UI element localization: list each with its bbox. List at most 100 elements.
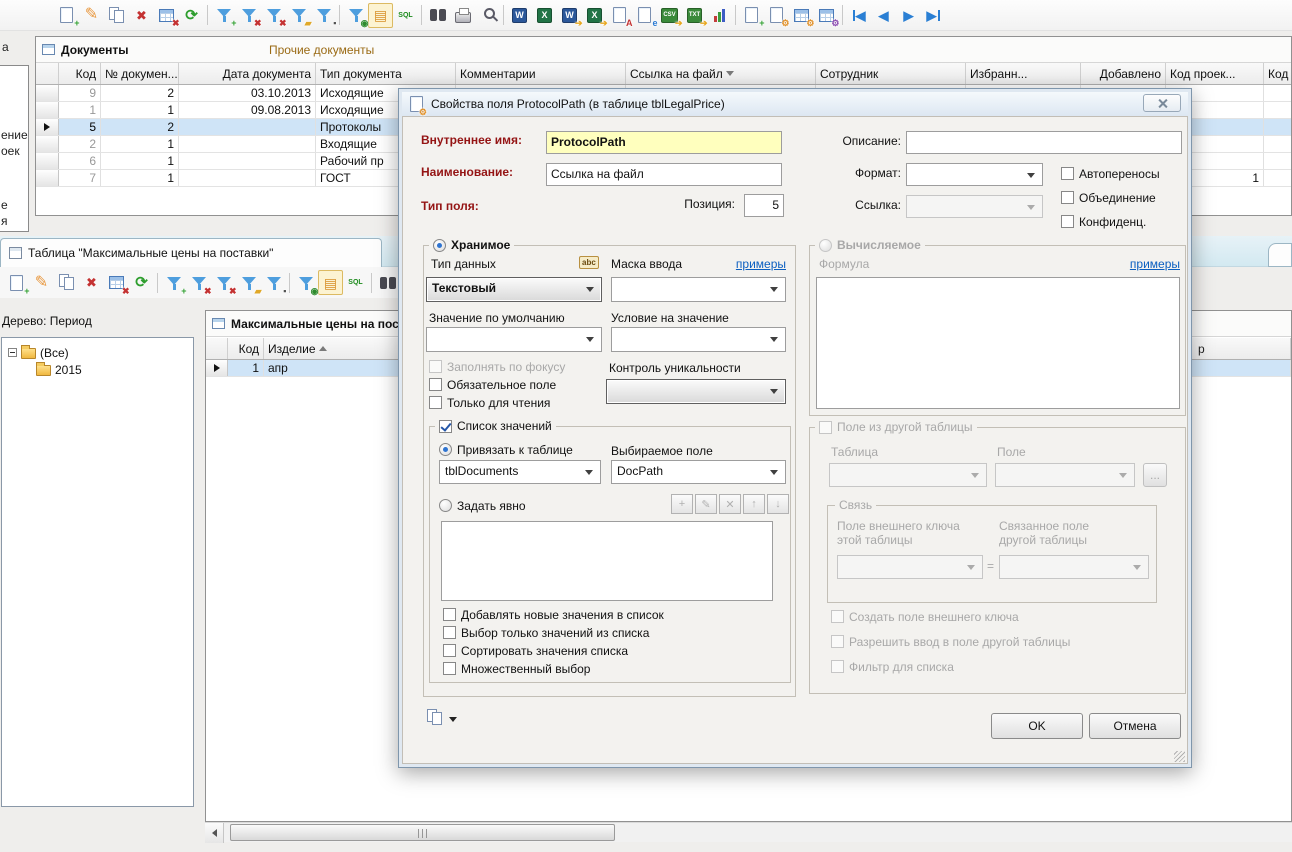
toolbar-button-send-word[interactable]: W➔: [557, 3, 582, 28]
toolbar-button-form-settings[interactable]: ⚙: [764, 3, 789, 28]
toolbar-button-filter-save[interactable]: ▪: [261, 270, 286, 295]
toolbar-button-filter-view[interactable]: ◉: [293, 270, 318, 295]
merge-checkbox[interactable]: [1061, 191, 1074, 204]
tree-node-(Все)[interactable]: (Все): [2, 344, 193, 361]
value-list-checkbox[interactable]: [439, 420, 452, 433]
mask-examples-link[interactable]: примеры: [729, 257, 786, 271]
required-option[interactable]: Обязательное поле: [429, 377, 556, 392]
sort-values-checkbox[interactable]: [443, 644, 456, 657]
condition-select[interactable]: [611, 327, 786, 352]
list-delete-button[interactable]: ✕: [719, 494, 741, 514]
tree-node-2015[interactable]: 2015: [2, 361, 193, 378]
multi-select-checkbox[interactable]: [443, 662, 456, 675]
horizontal-scrollbar[interactable]: [205, 822, 1292, 842]
autowrap-option[interactable]: Автопереносы: [1061, 166, 1160, 181]
tab-stub[interactable]: [1268, 243, 1292, 267]
toolbar-button-nav-prev[interactable]: ◀: [871, 3, 896, 28]
formula-examples-link[interactable]: примеры: [1112, 257, 1180, 271]
list-move-up-button[interactable]: ↑: [743, 494, 765, 514]
resize-grip[interactable]: [1174, 751, 1185, 762]
toolbar-button-add-record[interactable]: +: [54, 3, 79, 28]
toolbar-button-refresh[interactable]: ⟳: [129, 270, 154, 295]
toolbar-button-table-settings[interactable]: ⚙: [789, 3, 814, 28]
autowrap-checkbox[interactable]: [1061, 167, 1074, 180]
toolbar-button-export-word[interactable]: W: [507, 3, 532, 28]
toolbar-button-filter-save[interactable]: ▪: [311, 3, 336, 28]
copy-settings-button[interactable]: [427, 709, 457, 726]
ok-button[interactable]: OK: [991, 713, 1083, 739]
toolbar-button-print[interactable]: [450, 3, 475, 28]
stored-option[interactable]: Хранимое: [429, 238, 514, 252]
explicit-radio[interactable]: [439, 499, 452, 512]
position-input[interactable]: 5: [744, 194, 784, 217]
column-header-Код[interactable]: Код: [228, 338, 264, 359]
list-edit-button[interactable]: ✎: [695, 494, 717, 514]
toolbar-button-copy[interactable]: [54, 270, 79, 295]
bind-table-option[interactable]: Привязать к таблице: [439, 442, 573, 457]
toolbar-button-export-excel[interactable]: X: [532, 3, 557, 28]
formula-input[interactable]: [816, 277, 1180, 409]
tree-expander-icon[interactable]: [8, 348, 17, 357]
toolbar-button-sql-view[interactable]: SQL: [343, 270, 368, 295]
column-header-Ссылка на файл[interactable]: Ссылка на файл: [626, 63, 816, 84]
column-header-Сотрудник[interactable]: Сотрудник: [816, 63, 966, 84]
description-input[interactable]: [906, 131, 1182, 154]
toolbar-button-filter-open[interactable]: ▰: [286, 3, 311, 28]
internal-name-input[interactable]: ProtocolPath: [546, 131, 782, 154]
toolbar-button-nav-next[interactable]: ▶: [896, 3, 921, 28]
toolbar-button-filter-view[interactable]: ◉: [343, 3, 368, 28]
toolbar-button-send-excel[interactable]: X➔: [582, 3, 607, 28]
column-header-Избранн...[interactable]: Избранн...: [966, 63, 1081, 84]
column-header-Добавлено[interactable]: Добавлено: [1081, 63, 1166, 84]
sort-values-option[interactable]: Сортировать значения списка: [443, 643, 628, 658]
column-header-Код проек...[interactable]: Код проек...: [1166, 63, 1264, 84]
bind-table-radio[interactable]: [439, 443, 452, 456]
toolbar-button-export-pdf[interactable]: A: [607, 3, 632, 28]
list-move-down-button[interactable]: ↓: [767, 494, 789, 514]
column-header[interactable]: [206, 338, 228, 359]
only-list-option[interactable]: Выбор только значений из списка: [443, 625, 649, 640]
toolbar-button-delete[interactable]: ✖: [79, 270, 104, 295]
toolbar-button-delete-table[interactable]: ✖: [104, 270, 129, 295]
toolbar-button-filter-open[interactable]: ▰: [236, 270, 261, 295]
add-new-option[interactable]: Добавлять новые значения в список: [443, 607, 664, 622]
confidential-checkbox[interactable]: [1061, 215, 1074, 228]
merge-option[interactable]: Объединение: [1061, 190, 1156, 205]
column-header-№ докумен...[interactable]: № докумен...: [101, 63, 179, 84]
column-header-Код[interactable]: Код: [59, 63, 101, 84]
bind-table-select[interactable]: tblDocuments: [439, 460, 601, 484]
toolbar-button-nav-last[interactable]: ▶: [921, 3, 946, 28]
readonly-checkbox[interactable]: [429, 396, 442, 409]
required-checkbox[interactable]: [429, 378, 442, 391]
toolbar-button-export-html[interactable]: e: [632, 3, 657, 28]
toolbar-button-chart[interactable]: [707, 3, 732, 28]
data-type-select[interactable]: Текстовый: [426, 277, 602, 302]
only-list-checkbox[interactable]: [443, 626, 456, 639]
toolbar-button-nav-first[interactable]: ◀: [846, 3, 871, 28]
default-value-select[interactable]: [426, 327, 602, 352]
toolbar-button-add-record[interactable]: +: [4, 270, 29, 295]
column-header-Тип документа[interactable]: Тип документа: [316, 63, 456, 84]
toolbar-button-delete-table[interactable]: ✖: [154, 3, 179, 28]
toolbar-button-filter-remove-all[interactable]: ✖: [261, 3, 286, 28]
toolbar-button-export-txt[interactable]: TXT➔: [682, 3, 707, 28]
toolbar-button-edit[interactable]: ✎: [79, 3, 104, 28]
toolbar-button-tree-view[interactable]: ▤: [318, 270, 343, 295]
scroll-left-button[interactable]: [205, 823, 224, 843]
toolbar-button-find[interactable]: [425, 3, 450, 28]
explicit-option[interactable]: Задать явно: [439, 498, 526, 513]
column-header[interactable]: [36, 63, 59, 84]
toolbar-button-export-csv[interactable]: CSV➔: [657, 3, 682, 28]
value-list-option[interactable]: Список значений: [435, 419, 556, 433]
tab-max-prices[interactable]: Таблица "Максимальные цены на поставки": [0, 238, 382, 267]
toolbar-button-copy[interactable]: [104, 3, 129, 28]
column-header-Код[interactable]: Код: [1264, 63, 1291, 84]
toolbar-button-tree-view[interactable]: ▤: [368, 3, 393, 28]
caption-input[interactable]: Ссылка на файл: [546, 163, 782, 186]
column-header-Комментарии[interactable]: Комментарии: [456, 63, 626, 84]
toolbar-button-edit[interactable]: ✎: [29, 270, 54, 295]
close-button[interactable]: [1143, 94, 1181, 112]
explicit-values-list[interactable]: [441, 521, 773, 601]
toolbar-button-view-settings[interactable]: ⚙: [814, 3, 839, 28]
multi-select-option[interactable]: Множественный выбор: [443, 661, 590, 676]
